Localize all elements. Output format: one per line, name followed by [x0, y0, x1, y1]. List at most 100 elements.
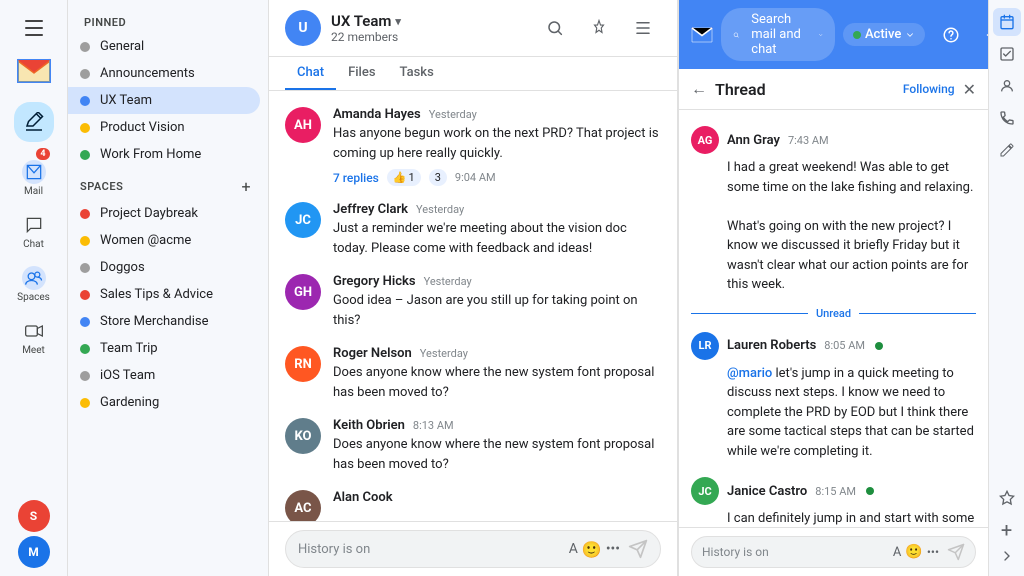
format-text-icon[interactable]: A	[569, 541, 578, 557]
nav-meet[interactable]: Meet	[14, 313, 54, 362]
avatar: AG	[691, 126, 719, 154]
search-bar[interactable]: Search mail and chat	[721, 8, 835, 61]
compose-button[interactable]	[14, 102, 54, 142]
send-button[interactable]	[628, 539, 648, 559]
nav-item-store-merchandise[interactable]: Store Merchandise	[68, 308, 260, 335]
nav-meet-label: Meet	[22, 345, 45, 356]
message-header: Gregory Hicks Yesterday	[333, 274, 661, 289]
message-header: Amanda Hayes Yesterday	[333, 107, 661, 122]
nav-item-gardening[interactable]: Gardening	[68, 389, 260, 416]
rs-expand-button[interactable]	[999, 548, 1015, 568]
thread-back-button[interactable]: ←	[691, 79, 707, 99]
pin-button[interactable]	[581, 10, 617, 46]
thread-emoji-icon[interactable]: 🙂	[905, 544, 922, 560]
nav-chat[interactable]: Chat	[14, 207, 54, 256]
project-daybreak-dot	[80, 209, 90, 219]
user-avatar-2[interactable]: M	[18, 536, 50, 568]
nav-mail[interactable]: 4 Mail	[14, 154, 54, 203]
thread-input-box[interactable]: History is on A 🙂 •••	[691, 536, 976, 568]
rs-phone-icon[interactable]	[993, 104, 1021, 132]
thread-time: 8:15 AM	[815, 485, 856, 498]
app-header: Search mail and chat Active G	[679, 0, 988, 69]
doggos-label: Doggos	[100, 260, 248, 275]
nav-item-general[interactable]: General	[68, 33, 260, 60]
online-status-icon	[875, 342, 883, 350]
store-merchandise-label: Store Merchandise	[100, 314, 248, 329]
tab-tasks[interactable]: Tasks	[388, 57, 446, 90]
message-text: Just a reminder we're meeting about the …	[333, 219, 661, 258]
message-content: Roger Nelson Yesterday Does anyone know …	[333, 346, 661, 402]
thread-time: 8:05 AM	[824, 339, 865, 352]
table-row: AC Alan Cook	[269, 482, 677, 521]
nav-item-work-from-home[interactable]: Work From Home	[68, 141, 260, 168]
pinned-section-label: PINNED	[68, 8, 268, 33]
rs-calendar-icon[interactable]	[993, 8, 1021, 36]
user-avatar-1[interactable]: S	[18, 500, 50, 532]
message-sender: Roger Nelson	[333, 346, 412, 361]
ios-team-label: iOS Team	[100, 368, 248, 383]
message-text: Does anyone know where the new system fo…	[333, 435, 661, 474]
nav-item-doggos[interactable]: Doggos	[68, 254, 260, 281]
add-space-button[interactable]: +	[236, 176, 256, 196]
chat-input-area: History is on A 🙂 •••	[269, 521, 677, 576]
nav-spaces[interactable]: Spaces	[14, 260, 54, 309]
rs-tasks-icon[interactable]	[993, 40, 1021, 68]
help-button[interactable]	[933, 17, 969, 53]
thread-send-button[interactable]	[947, 543, 965, 561]
chat-options-button[interactable]	[625, 10, 661, 46]
status-button[interactable]: Active	[843, 23, 925, 46]
doggos-dot	[80, 263, 90, 273]
nav-item-product-vision[interactable]: Product Vision	[68, 114, 260, 141]
nav-item-team-trip[interactable]: Team Trip	[68, 335, 260, 362]
store-merchandise-dot	[80, 317, 90, 327]
team-trip-label: Team Trip	[100, 341, 248, 356]
nav-item-project-daybreak[interactable]: Project Daybreak	[68, 200, 260, 227]
online-status-icon	[866, 487, 874, 495]
search-dropdown-icon	[818, 29, 823, 41]
rs-edit-icon[interactable]	[993, 136, 1021, 164]
sales-tips-dot	[80, 290, 90, 300]
announcements-dot	[80, 69, 90, 79]
search-chat-button[interactable]	[537, 10, 573, 46]
unread-divider: Unread	[679, 303, 988, 324]
thread-message-text: I had a great weekend! Was able to get s…	[691, 158, 976, 295]
avatar: LR	[691, 332, 719, 360]
rs-bottom: +	[993, 484, 1021, 544]
chat-input-box[interactable]: History is on A 🙂 •••	[285, 530, 661, 568]
list-item: LR Lauren Roberts 8:05 AM @mario let's j…	[679, 324, 988, 470]
chat-tabs: Chat Files Tasks	[269, 57, 677, 91]
search-icon	[733, 28, 739, 42]
thread-format-icon[interactable]: A	[893, 545, 901, 560]
nav-item-announcements[interactable]: Announcements	[68, 60, 260, 87]
rs-contacts-icon[interactable]	[993, 72, 1021, 100]
hamburger-menu[interactable]	[14, 8, 54, 48]
product-vision-label: Product Vision	[100, 120, 248, 135]
mention-tag: @mario	[727, 366, 772, 381]
nav-item-ios-team[interactable]: iOS Team	[68, 362, 260, 389]
emoji-icon[interactable]: 🙂	[582, 540, 602, 559]
general-label: General	[100, 39, 248, 54]
product-vision-dot	[80, 123, 90, 133]
thread-message-header: LR Lauren Roberts 8:05 AM	[691, 332, 976, 360]
status-chevron-icon	[905, 30, 915, 40]
following-badge[interactable]: Following	[903, 82, 955, 96]
rs-add-icon[interactable]: +	[993, 516, 1021, 544]
status-label: Active	[865, 27, 901, 42]
nav-item-ux-team[interactable]: UX Team	[68, 87, 260, 114]
thread-message-header: AG Ann Gray 7:43 AM	[691, 126, 976, 154]
more-options-icon[interactable]: •••	[606, 541, 620, 557]
thread-more-icon[interactable]: •••	[927, 545, 939, 559]
message-header: Jeffrey Clark Yesterday	[333, 202, 661, 217]
nav-item-sales-tips[interactable]: Sales Tips & Advice	[68, 281, 260, 308]
message-header: Keith Obrien 8:13 AM	[333, 418, 661, 433]
tab-files[interactable]: Files	[336, 57, 387, 90]
sales-tips-label: Sales Tips & Advice	[100, 287, 248, 302]
rs-star-icon[interactable]	[993, 484, 1021, 512]
tab-chat[interactable]: Chat	[285, 57, 336, 90]
message-content: Gregory Hicks Yesterday Good idea – Jaso…	[333, 274, 661, 330]
chat-team-name[interactable]: UX Team ▾	[331, 12, 527, 30]
nav-item-women-acme[interactable]: Women @acme	[68, 227, 260, 254]
replies-link[interactable]: 7 replies	[333, 171, 379, 185]
message-content: Keith Obrien 8:13 AM Does anyone know wh…	[333, 418, 661, 474]
thread-close-button[interactable]: ✕	[963, 80, 976, 99]
